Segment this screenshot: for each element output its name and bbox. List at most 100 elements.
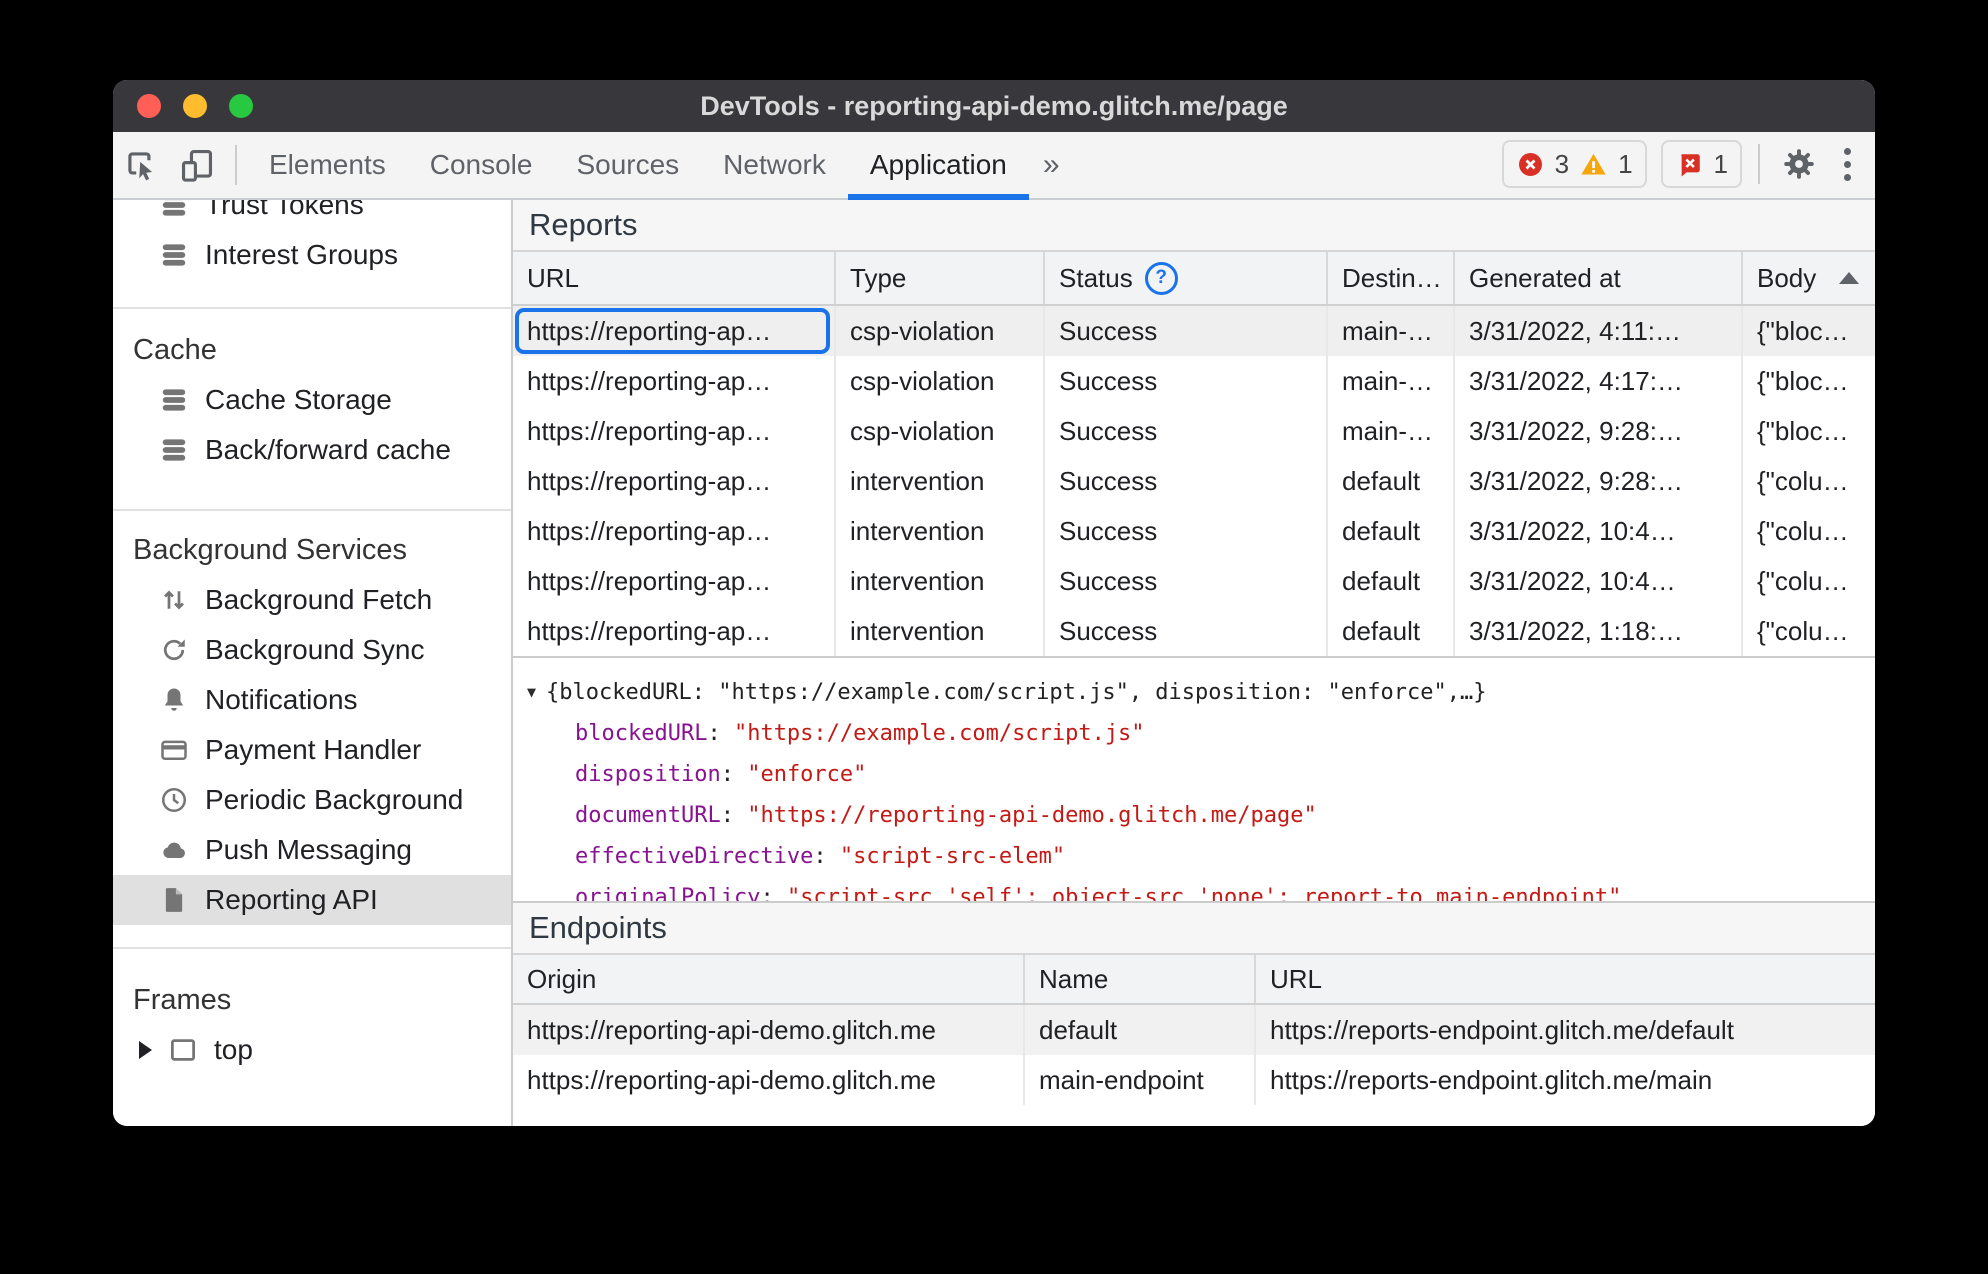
sidebar-item-interest-groups[interactable]: Interest Groups [113,230,511,280]
json-property: effectiveDirective: "script-src-elem" [575,844,1066,869]
sidebar-item-notifications[interactable]: Notifications [113,675,511,725]
console-status-button[interactable]: 3 1 [1501,140,1647,188]
minimize-window-button[interactable] [183,94,207,118]
sidebar-section-cache: Cache [133,333,217,366]
device-toolbar-icon [181,149,213,182]
sidebar-item-background-sync[interactable]: Background Sync [113,625,511,675]
sidebar-item-label: Trust Tokens [205,200,364,220]
devtools-window: DevTools - reporting-api-demo.glitch.me/… [113,80,1875,1126]
more-options-button[interactable] [1836,147,1859,181]
column-header-body[interactable]: Body [1743,252,1875,304]
issues-icon [1680,153,1700,176]
sidebar-item-payment-handler[interactable]: Payment Handler [113,725,511,775]
sidebar-item-periodic-background-sync[interactable]: Periodic Background [113,775,511,825]
warning-count: 1 [1618,148,1633,179]
column-header-name[interactable]: Name [1025,955,1256,1003]
report-row[interactable]: https://reporting-ap… intervention Succe… [513,556,1875,606]
json-property: documentURL: "https://reporting-api-demo… [575,803,1317,828]
device-toolbar-button[interactable] [169,132,225,198]
error-icon [1518,152,1542,176]
inspect-element-button[interactable] [113,132,169,198]
sort-ascending-icon [1839,272,1859,284]
report-row[interactable]: https://reporting-ap… csp-violation Succ… [513,406,1875,456]
endpoint-row: https://reporting-api-demo.glitch.me def… [513,1005,1875,1055]
panel-tabs: Elements Console Sources Network Applica… [247,132,1074,200]
devtools-toolbar: Elements Console Sources Network Applica… [113,132,1875,200]
reports-section-title: Reports [513,200,1875,252]
reports-table-header: URL Type Status ? Destin… Generated at B… [513,252,1875,306]
toolbar-divider [1758,144,1760,184]
column-header-status[interactable]: Status ? [1045,252,1328,304]
settings-button[interactable] [1776,146,1822,182]
tab-console[interactable]: Console [408,132,555,198]
tab-application[interactable]: Application [847,132,1029,200]
database-icon [159,385,189,415]
endpoints-table: https://reporting-api-demo.glitch.me def… [513,1005,1875,1105]
frame-icon [168,1035,198,1065]
report-row[interactable]: https://reporting-ap… intervention Succe… [513,456,1875,506]
error-count: 3 [1554,148,1570,179]
report-row[interactable]: https://reporting-ap… csp-violation Succ… [513,306,1875,356]
maximize-window-button[interactable] [229,94,253,118]
sidebar-item-back-forward-cache[interactable]: Back/forward cache [113,425,511,475]
database-icon [159,435,189,465]
report-row[interactable]: https://reporting-ap… intervention Succe… [513,606,1875,656]
sidebar-section-background-services: Background Services [133,533,408,566]
sidebar-item-label: Payment Handler [205,734,422,765]
tab-network[interactable]: Network [701,132,848,198]
traffic-lights [137,80,253,132]
collapse-caret-icon[interactable]: ▼ [527,672,536,713]
json-property: originalPolicy: "script-src 'self'; obje… [575,885,1622,901]
report-row[interactable]: https://reporting-ap… csp-violation Succ… [513,356,1875,406]
endpoints-table-header: Origin Name URL [513,955,1875,1005]
sidebar-item-reporting-api[interactable]: Reporting API [113,875,511,925]
column-header-url[interactable]: URL [513,252,836,304]
credit-card-icon [159,735,189,765]
sidebar-item-label: Push Messaging [205,834,413,865]
column-header-origin[interactable]: Origin [513,955,1025,1003]
sidebar-item-cache-storage[interactable]: Cache Storage [113,375,511,425]
application-sidebar: Trust Tokens Interest Groups Cache Cache… [113,200,513,1126]
json-property: blockedURL: "https://example.com/script.… [575,721,1145,746]
close-window-button[interactable] [137,94,161,118]
toolbar-right-cluster: 3 1 1 [1501,132,1859,196]
tab-elements[interactable]: Elements [247,132,408,198]
sidebar-item-label: Periodic Background [205,784,464,815]
column-header-endpoint-url[interactable]: URL [1256,955,1875,1003]
column-header-generated-at[interactable]: Generated at [1455,252,1743,304]
document-icon [159,885,189,915]
reports-table: https://reporting-ap… csp-violation Succ… [513,306,1875,658]
report-body-preview: ▼ {blockedURL: "https://example.com/scrip… [513,658,1875,901]
sync-icon [159,635,189,665]
cloud-icon [159,835,189,865]
reporting-api-panel: Reports URL Type Status ? Destin… Genera… [513,200,1875,1126]
sidebar-item-background-fetch[interactable]: Background Fetch [113,575,511,625]
more-tabs-button[interactable]: » [1029,132,1074,198]
issues-count: 1 [1713,148,1728,179]
gear-icon [1784,149,1814,179]
status-help-icon[interactable]: ? [1144,261,1178,295]
bell-icon [159,685,189,715]
window-title: DevTools - reporting-api-demo.glitch.me/… [700,90,1288,121]
sidebar-item-label: top [214,1034,253,1065]
database-icon [159,240,189,270]
toolbar-divider [235,145,237,185]
expand-caret-icon[interactable] [139,1041,152,1059]
sidebar-item-trust-tokens[interactable]: Trust Tokens [113,200,511,230]
sidebar-item-top-frame[interactable]: top [113,1025,511,1075]
column-header-destination[interactable]: Destin… [1328,252,1455,304]
sidebar-item-label: Background Sync [205,634,425,665]
sidebar-item-push-messaging[interactable]: Push Messaging [113,825,511,875]
inspect-cursor-icon [128,152,153,181]
report-row[interactable]: https://reporting-ap… intervention Succe… [513,506,1875,556]
sidebar-item-label: Cache Storage [205,384,392,415]
sidebar-item-label: Interest Groups [205,239,398,270]
endpoints-section-title: Endpoints [513,901,1875,955]
sidebar-item-label: Background Fetch [205,584,433,615]
json-preview-line[interactable]: ▼ {blockedURL: "https://example.com/scrip… [527,672,1875,713]
issues-button[interactable]: 1 [1660,140,1742,188]
tab-sources[interactable]: Sources [554,132,701,198]
column-header-type[interactable]: Type [836,252,1045,304]
sidebar-section-frames: Frames [133,983,232,1016]
warning-icon [1581,153,1606,175]
